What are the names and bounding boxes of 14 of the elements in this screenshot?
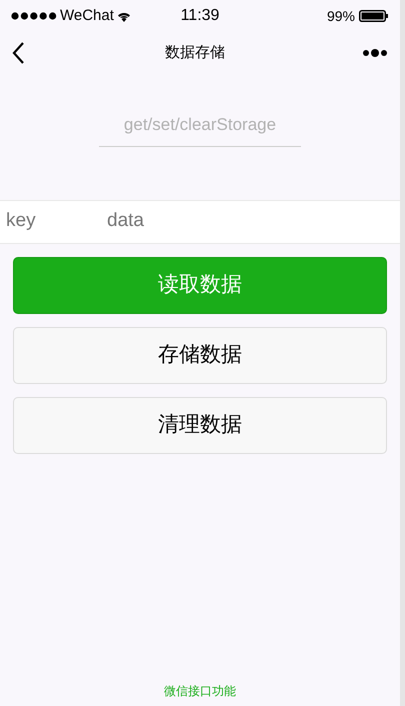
signal-icon	[11, 12, 57, 20]
wifi-icon	[116, 10, 131, 22]
footer-text: 微信接口功能	[164, 683, 236, 700]
action-button[interactable]: 清理数据	[13, 396, 387, 454]
battery-icon	[359, 10, 390, 22]
more-icon	[362, 48, 388, 58]
status-time: 11:39	[180, 6, 220, 26]
section-heading: get/set/clearStorage	[99, 112, 301, 146]
battery-percent: 99%	[326, 6, 356, 26]
page-title: 数据存储	[164, 42, 226, 63]
text-input[interactable]: data	[107, 207, 202, 236]
text-input[interactable]: key	[6, 207, 101, 236]
carrier-name: WeChat	[60, 6, 114, 26]
action-button[interactable]: 存储数据	[13, 326, 387, 384]
